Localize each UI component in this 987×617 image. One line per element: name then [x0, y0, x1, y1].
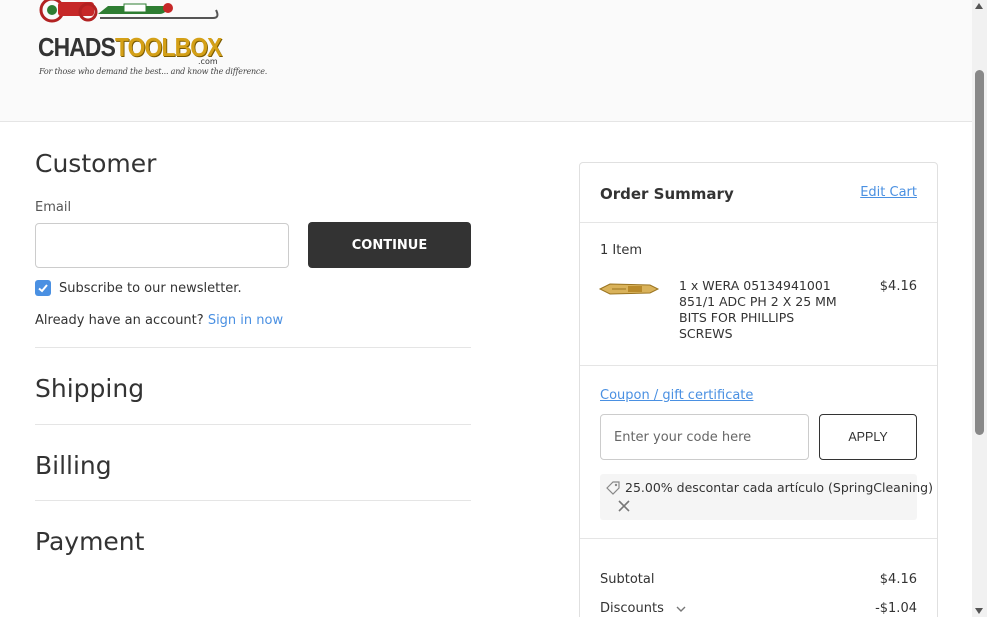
scroll-up-icon[interactable] — [975, 3, 983, 9]
continue-button[interactable]: CONTINUE — [308, 222, 471, 268]
payment-title: Payment — [35, 527, 145, 556]
discounts-value: -$1.04 — [875, 601, 917, 616]
coupon-section: Coupon / gift certificate Enter your cod… — [580, 366, 937, 539]
tag-icon — [606, 481, 620, 495]
divider — [35, 347, 471, 348]
check-icon — [38, 284, 48, 293]
logo-tagline: For those who demand the best... and kno… — [39, 67, 268, 76]
email-field[interactable] — [35, 223, 289, 268]
site-header: CHADSTOOLBOX .com For those who demand t… — [0, 0, 972, 122]
order-summary-header: Order Summary Edit Cart — [580, 163, 937, 223]
chevron-down-icon[interactable] — [676, 604, 686, 614]
sign-in-link[interactable]: Sign in now — [208, 313, 283, 328]
apply-coupon-button[interactable]: APPLY — [819, 414, 917, 460]
close-icon[interactable] — [618, 500, 630, 512]
discounts-row[interactable]: Discounts -$1.04 — [600, 601, 917, 616]
logo-com: .com — [198, 57, 218, 66]
edit-cart-link[interactable]: Edit Cart — [860, 185, 917, 200]
applied-coupon-text: 25.00% descontar cada artículo (SpringCl… — [625, 480, 933, 495]
scrollbar-thumb[interactable] — [975, 70, 984, 435]
page-scrollbar[interactable] — [972, 0, 987, 617]
customer-title: Customer — [35, 149, 157, 178]
item-name: 1 x WERA 05134941001 851/1 ADC PH 2 X 25… — [679, 278, 837, 341]
order-summary: Order Summary Edit Cart 1 Item 1 x WERA … — [579, 162, 938, 617]
discounts-toggle[interactable]: Discounts — [600, 601, 686, 616]
logo-wordmark: CHADSTOOLBOX — [38, 32, 222, 62]
applied-coupon: 25.00% descontar cada artículo (SpringCl… — [600, 474, 933, 520]
account-prompt: Already have an account? Sign in now — [35, 313, 284, 328]
subtotal-label: Subtotal — [600, 572, 655, 587]
discounts-label: Discounts — [600, 601, 664, 616]
divider — [35, 500, 471, 501]
order-summary-title: Order Summary — [600, 185, 734, 203]
coupon-code-input[interactable]: Enter your code here — [600, 414, 809, 460]
shipping-title: Shipping — [35, 374, 145, 403]
newsletter-option[interactable]: Subscribe to our newsletter. — [35, 280, 242, 296]
subtotal-row: Subtotal $4.16 — [600, 572, 917, 587]
product-thumbnail — [598, 283, 660, 295]
coupon-toggle-link[interactable]: Coupon / gift certificate — [600, 388, 753, 403]
scroll-down-icon[interactable] — [975, 608, 983, 614]
item-price: $4.16 — [879, 279, 917, 294]
divider — [35, 424, 471, 425]
email-label: Email — [35, 200, 72, 215]
subtotal-value: $4.16 — [879, 572, 917, 587]
newsletter-checkbox[interactable] — [35, 280, 51, 296]
item-count: 1 Item — [600, 243, 642, 258]
billing-title: Billing — [35, 451, 112, 480]
newsletter-label: Subscribe to our newsletter. — [59, 280, 242, 296]
cart-items: 1 Item 1 x WERA 05134941001 851/1 ADC PH… — [580, 223, 937, 366]
